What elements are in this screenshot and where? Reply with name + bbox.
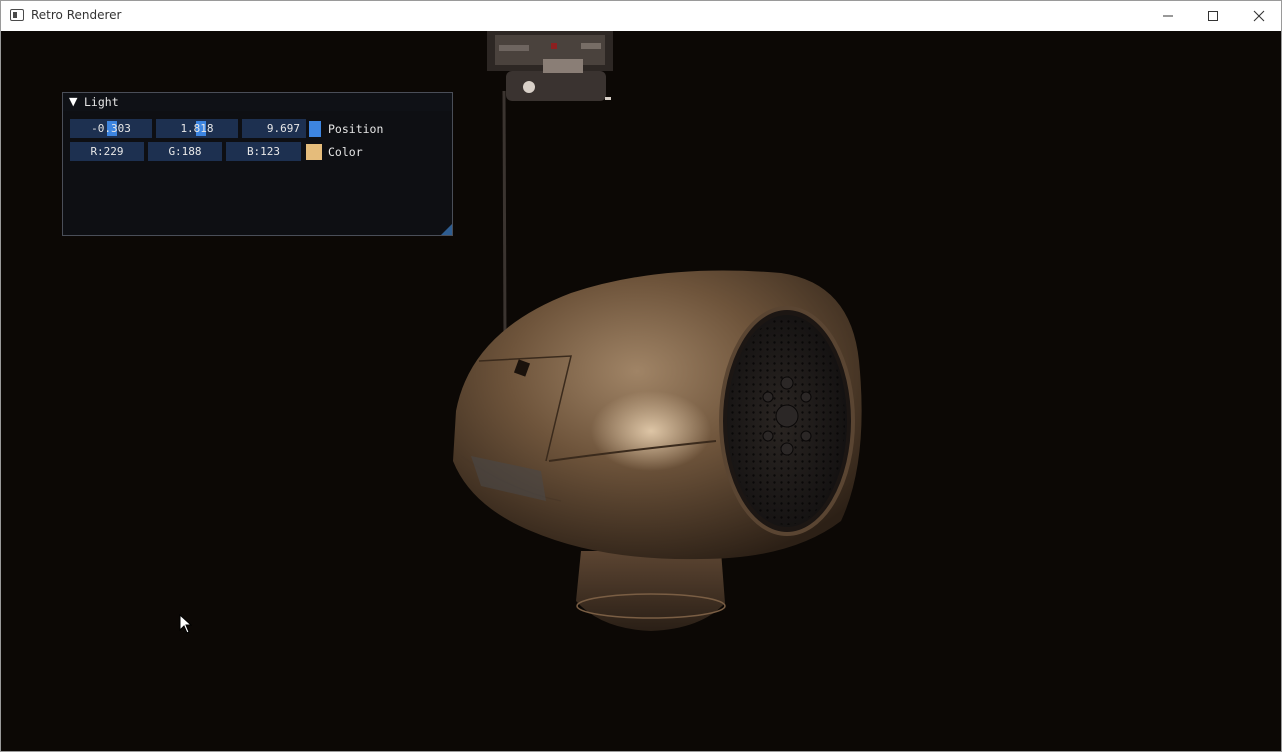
minimize-button[interactable] [1145, 1, 1191, 31]
app-window-icon [10, 9, 24, 21]
maximize-icon [1208, 11, 1218, 21]
panel-resize-grip[interactable] [441, 224, 452, 235]
window-title: Retro Renderer [31, 8, 122, 22]
position-x-value: -0.303 [91, 122, 131, 135]
mouse-cursor-icon [179, 614, 193, 634]
ceiling-device [487, 31, 613, 101]
color-b-value: B:123 [246, 145, 281, 158]
position-label: Position [328, 122, 384, 136]
close-button[interactable] [1236, 1, 1281, 31]
panel-title: Light [84, 95, 119, 109]
color-swatch[interactable] [306, 144, 322, 160]
position-z-value: 9.697 [266, 122, 300, 135]
title-bar[interactable]: Retro Renderer [1, 1, 1281, 31]
light-panel[interactable]: ▼ Light -0.303 1.818 9.697 Position R:22… [62, 92, 453, 236]
position-y-value: 1.818 [180, 122, 214, 135]
position-x-drag[interactable]: -0.303 [70, 119, 152, 138]
maximize-button[interactable] [1190, 1, 1236, 31]
position-z-drag[interactable]: 9.697 [242, 119, 306, 138]
light-panel-header[interactable]: ▼ Light [63, 93, 452, 111]
speaker-base [576, 551, 726, 631]
collapse-triangle-icon[interactable]: ▼ [69, 95, 77, 108]
hanging-cable [502, 90, 507, 344]
color-b-drag[interactable]: B:123 [226, 142, 301, 161]
minimize-icon [1163, 15, 1173, 17]
close-icon [1253, 10, 1265, 22]
render-viewport[interactable]: ▼ Light -0.303 1.818 9.697 Position R:22… [1, 31, 1281, 751]
app-window: Retro Renderer ▼ Light -0.303 1.818 9.69… [0, 0, 1282, 752]
color-g-value: G:188 [168, 145, 202, 158]
color-r-value: R:229 [90, 145, 124, 158]
position-y-drag[interactable]: 1.818 [156, 119, 238, 138]
color-g-drag[interactable]: G:188 [148, 142, 222, 161]
color-r-drag[interactable]: R:229 [70, 142, 144, 161]
color-label: Color [328, 145, 363, 159]
position-indicator-swatch[interactable] [309, 121, 321, 137]
speaker-face [719, 306, 855, 536]
